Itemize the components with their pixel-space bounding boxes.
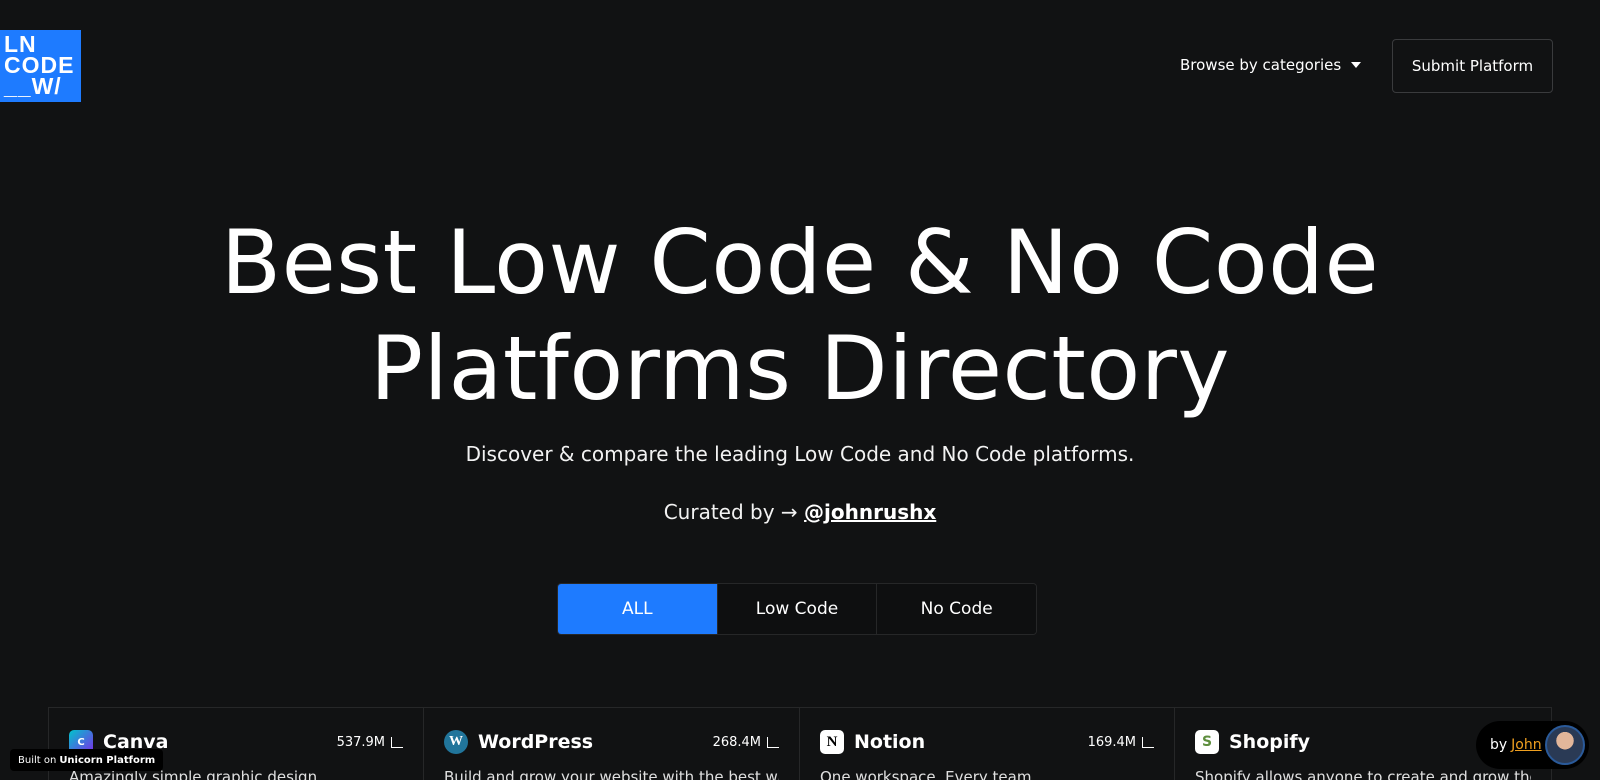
card-title: WordPress — [478, 731, 594, 753]
author-prefix: by — [1490, 737, 1508, 753]
card-stat: 537.9M — [337, 735, 403, 750]
card-stat-value: 169.4M — [1087, 734, 1136, 750]
tab-no-code[interactable]: No Code — [877, 584, 1036, 634]
caret-down-icon — [1351, 62, 1362, 68]
card-stat-value: 268.4M — [712, 734, 761, 750]
shopify-icon: S — [1195, 730, 1219, 754]
page-subtitle: Discover & compare the leading Low Code … — [465, 442, 1135, 466]
browse-categories-dropdown[interactable]: Browse by categories — [1180, 52, 1362, 78]
platform-card-wordpress[interactable]: W WordPress 268.4M Build and grow your w… — [424, 708, 800, 780]
platform-card-notion[interactable]: N Notion 169.4M One workspace. Every tea… — [800, 708, 1175, 780]
card-stat-value: 537.9M — [336, 734, 385, 750]
built-on-badge[interactable]: Built on Unicorn Platform — [10, 749, 164, 771]
notion-icon: N — [820, 730, 844, 754]
card-description: Build and grow your website with the bes… — [444, 768, 779, 780]
tab-all[interactable]: ALL — [558, 584, 718, 634]
wordpress-icon: W — [444, 730, 468, 754]
platform-card-grid: C Canva 537.9M Amazingly simple graphic … — [48, 707, 1552, 780]
curated-prefix: Curated by → — [663, 500, 798, 524]
card-title: Shopify — [1229, 731, 1311, 753]
logo-line-3: __W/ — [4, 73, 62, 99]
site-logo[interactable]: LN CODE __W/ — [0, 30, 81, 102]
avatar — [1545, 725, 1585, 765]
tab-low-code[interactable]: Low Code — [717, 584, 878, 634]
curator-link[interactable]: @johnrushx — [804, 500, 936, 524]
card-header: N Notion 169.4M — [820, 730, 1154, 754]
chart-icon — [767, 736, 779, 748]
chart-icon — [1142, 736, 1154, 748]
page-title: Best Low Code & No Code Platforms Direct… — [220, 211, 1380, 420]
card-header: W WordPress 268.4M — [444, 730, 779, 754]
built-on-prefix: Built on — [18, 754, 57, 766]
curated-by-line: Curated by → @johnrushx — [0, 500, 1600, 524]
card-description: Shopify allows anyone to create and grow… — [1195, 768, 1531, 780]
submit-platform-button[interactable]: Submit Platform — [1392, 39, 1553, 93]
card-stat: 169.4M — [1088, 735, 1154, 750]
built-on-name: Unicorn Platform — [59, 754, 156, 766]
author-link[interactable]: John — [1511, 737, 1541, 753]
chart-icon — [391, 736, 403, 748]
browse-categories-label: Browse by categories — [1180, 56, 1342, 74]
submit-platform-label: Submit Platform — [1411, 57, 1534, 75]
author-badge[interactable]: by John — [1476, 721, 1589, 769]
filter-tabs: ALL Low Code No Code — [557, 583, 1037, 635]
card-stat: 268.4M — [713, 735, 779, 750]
card-title: Notion — [854, 731, 926, 753]
card-description: One workspace. Every team. — [820, 768, 1037, 780]
